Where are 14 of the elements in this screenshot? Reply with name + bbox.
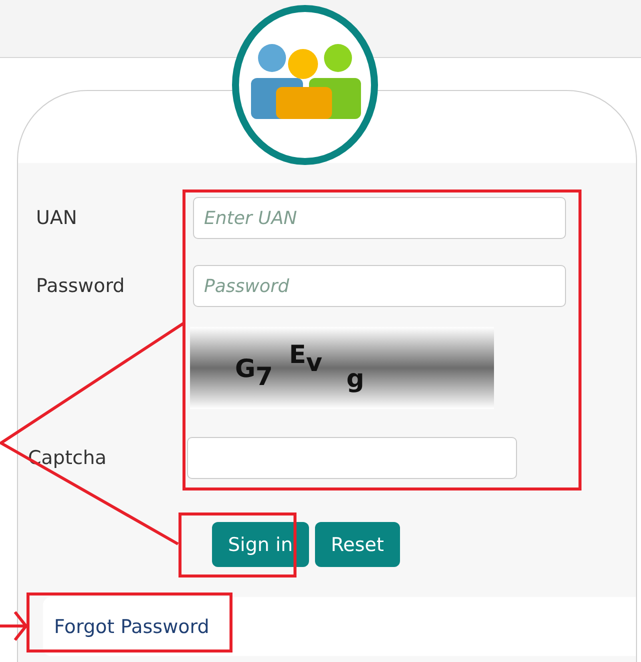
forgot-password-link[interactable]: Forgot Password xyxy=(54,616,210,638)
captcha-character: E xyxy=(288,340,306,368)
form-button[interactable]: Sign in xyxy=(212,522,309,567)
field-label: UAN xyxy=(36,207,78,229)
captcha-character: G xyxy=(235,354,256,382)
input-field[interactable]: Enter UAN xyxy=(193,197,566,239)
field-label: Password xyxy=(36,275,126,297)
input-field[interactable]: Password xyxy=(193,265,566,307)
captcha-character: v xyxy=(306,348,322,376)
captcha-character: g xyxy=(346,364,364,392)
captcha-field[interactable] xyxy=(187,437,517,479)
field-label: Captcha xyxy=(28,447,108,469)
form-button[interactable]: Reset xyxy=(314,522,400,567)
captcha-character: 7 xyxy=(256,362,273,390)
